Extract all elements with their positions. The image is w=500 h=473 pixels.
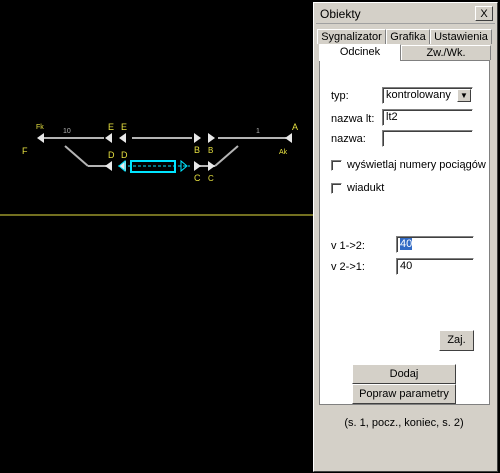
- parameters-hint: (s. 1, pocz., koniec, s. 2): [344, 417, 464, 429]
- tab-ustawienia[interactable]: Ustawienia: [430, 29, 492, 44]
- nazwa-lt-input[interactable]: lt2: [382, 109, 473, 126]
- label-c: C: [208, 174, 214, 183]
- tab-grafika[interactable]: Grafika: [386, 29, 430, 44]
- label-e: E: [108, 122, 114, 132]
- tab-sygnalizator[interactable]: Sygnalizator: [317, 29, 386, 44]
- typ-label: typ:: [331, 90, 349, 102]
- signal-triangle[interactable]: [119, 133, 126, 143]
- label-fk: Fk: [36, 124, 44, 131]
- label-d: D: [121, 150, 128, 160]
- label-ak: Ak: [279, 149, 288, 156]
- window-title: Obiekty: [320, 7, 361, 21]
- label-10: 10: [63, 128, 71, 135]
- numbers-checkbox-label: wyświetlaj numery pociągów: [347, 159, 486, 171]
- signal-triangle[interactable]: [285, 133, 292, 143]
- signal-triangle[interactable]: [105, 161, 112, 171]
- nazwa-lt-label: nazwa lt:: [331, 113, 375, 125]
- zaj-button[interactable]: Zaj.: [439, 330, 474, 351]
- chevron-down-icon[interactable]: ▼: [457, 89, 471, 102]
- signal-triangle[interactable]: [194, 133, 201, 143]
- switch-track[interactable]: [214, 145, 239, 167]
- v12-label: v 1->2:: [331, 240, 365, 252]
- signal-triangle[interactable]: [208, 161, 215, 171]
- tab-odcinek[interactable]: Odcinek: [319, 44, 401, 61]
- typ-select-value: kontrolowany: [386, 89, 451, 101]
- window-titlebar[interactable]: Obiekty X: [316, 5, 495, 24]
- tab-zw-wk[interactable]: Zw./Wk.: [401, 45, 491, 60]
- label-d: D: [108, 150, 115, 160]
- signal-triangle[interactable]: [105, 133, 112, 143]
- signal-triangle[interactable]: [194, 161, 201, 171]
- wiadukt-checkbox-label: wiadukt: [347, 182, 385, 194]
- objects-window: Obiekty X Sygnalizator Grafika Ustawieni…: [313, 2, 498, 472]
- label-1: 1: [256, 128, 260, 135]
- wiadukt-checkbox[interactable]: [331, 183, 342, 194]
- label-b: B: [194, 145, 200, 155]
- label-e: E: [121, 122, 127, 132]
- v21-input[interactable]: 40: [396, 258, 474, 275]
- typ-select[interactable]: kontrolowany ▼: [382, 87, 473, 104]
- label-a: A: [292, 122, 298, 132]
- signal-triangle[interactable]: [37, 133, 44, 143]
- v12-input-value: 40: [400, 238, 413, 250]
- close-button[interactable]: X: [475, 6, 493, 21]
- nazwa-label: nazwa:: [331, 133, 366, 145]
- dodaj-button[interactable]: Dodaj: [352, 364, 456, 384]
- v21-label: v 2->1:: [331, 261, 365, 273]
- numbers-checkbox[interactable]: [331, 160, 342, 171]
- nazwa-input[interactable]: [382, 130, 473, 147]
- signal-triangle[interactable]: [208, 133, 215, 143]
- label-b: B: [208, 146, 213, 155]
- label-f: F: [22, 146, 28, 156]
- switch-track[interactable]: [64, 145, 89, 167]
- v12-input[interactable]: 40: [396, 236, 474, 253]
- label-c: C: [194, 173, 201, 183]
- popraw-parametry-button[interactable]: Popraw parametry: [352, 384, 456, 404]
